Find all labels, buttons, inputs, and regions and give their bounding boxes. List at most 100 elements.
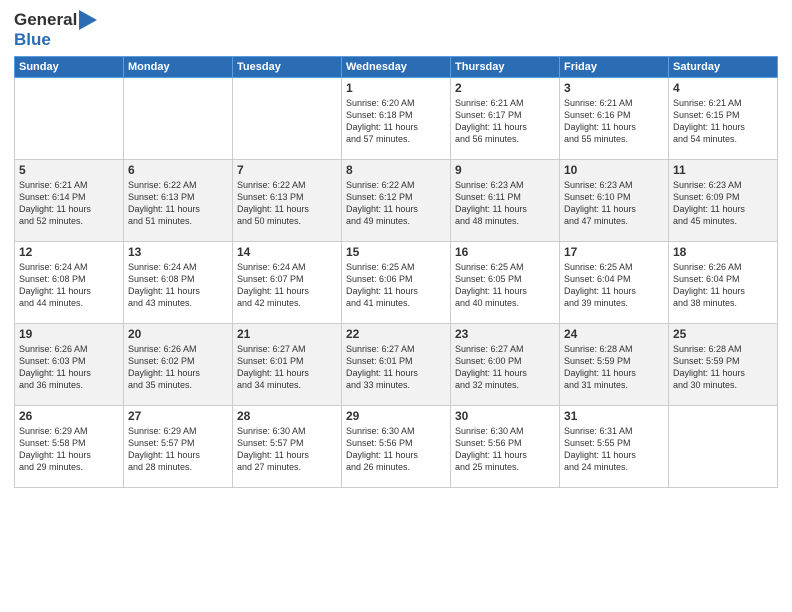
logo: General Blue [14, 10, 97, 50]
calendar-cell: 19 Sunrise: 6:26 AM Sunset: 6:03 PM Dayli… [15, 324, 124, 406]
day-number: 23 [455, 327, 555, 341]
calendar-cell [124, 78, 233, 160]
calendar-cell: 4 Sunrise: 6:21 AM Sunset: 6:15 PM Daylig… [669, 78, 778, 160]
day-number: 5 [19, 163, 119, 177]
day-info: Sunrise: 6:20 AM Sunset: 6:18 PM Dayligh… [346, 97, 446, 146]
weekday-header-friday: Friday [560, 57, 669, 78]
calendar-cell: 16Sunrise: 6:25 AM Sunset: 6:05 PM Dayli… [451, 242, 560, 324]
day-number: 11 [673, 163, 773, 177]
calendar-cell: 1 Sunrise: 6:20 AM Sunset: 6:18 PM Daylig… [342, 78, 451, 160]
calendar-cell: 23 Sunrise: 6:27 AM Sunset: 6:00 PM Dayli… [451, 324, 560, 406]
day-info: Sunrise: 6:24 AM Sunset: 6:08 PM Dayligh… [19, 261, 119, 310]
calendar-week-row: 1 Sunrise: 6:20 AM Sunset: 6:18 PM Daylig… [15, 78, 778, 160]
day-number: 9 [455, 163, 555, 177]
day-info: Sunrise: 6:31 AM Sunset: 5:55 PM Dayligh… [564, 425, 664, 474]
calendar-cell: 7Sunrise: 6:22 AM Sunset: 6:13 PM Daylig… [233, 160, 342, 242]
calendar-cell: 21 Sunrise: 6:27 AM Sunset: 6:01 PM Dayli… [233, 324, 342, 406]
weekday-header-monday: Monday [124, 57, 233, 78]
logo-icon [79, 10, 97, 30]
day-info: Sunrise: 6:23 AM Sunset: 6:09 PM Dayligh… [673, 179, 773, 228]
day-info: Sunrise: 6:21 AM Sunset: 6:16 PM Dayligh… [564, 97, 664, 146]
day-info: Sunrise: 6:28 AM Sunset: 5:59 PM Dayligh… [673, 343, 773, 392]
weekday-header-row: SundayMondayTuesdayWednesdayThursdayFrid… [15, 57, 778, 78]
calendar-cell: 31 Sunrise: 6:31 AM Sunset: 5:55 PM Dayli… [560, 406, 669, 488]
calendar-cell: 2Sunrise: 6:21 AM Sunset: 6:17 PM Daylig… [451, 78, 560, 160]
day-info: Sunrise: 6:27 AM Sunset: 6:01 PM Dayligh… [346, 343, 446, 392]
calendar-week-row: 5 Sunrise: 6:21 AM Sunset: 6:14 PM Daylig… [15, 160, 778, 242]
day-info: Sunrise: 6:23 AM Sunset: 6:11 PM Dayligh… [455, 179, 555, 228]
weekday-header-wednesday: Wednesday [342, 57, 451, 78]
calendar-cell: 6Sunrise: 6:22 AM Sunset: 6:13 PM Daylig… [124, 160, 233, 242]
day-info: Sunrise: 6:29 AM Sunset: 5:58 PM Dayligh… [19, 425, 119, 474]
calendar-cell: 22 Sunrise: 6:27 AM Sunset: 6:01 PM Dayli… [342, 324, 451, 406]
weekday-header-sunday: Sunday [15, 57, 124, 78]
calendar-cell: 20Sunrise: 6:26 AM Sunset: 6:02 PM Dayli… [124, 324, 233, 406]
calendar-cell: 11 Sunrise: 6:23 AM Sunset: 6:09 PM Dayli… [669, 160, 778, 242]
calendar-cell: 5 Sunrise: 6:21 AM Sunset: 6:14 PM Daylig… [15, 160, 124, 242]
weekday-header-tuesday: Tuesday [233, 57, 342, 78]
day-info: Sunrise: 6:30 AM Sunset: 5:56 PM Dayligh… [455, 425, 555, 474]
calendar-cell: 26 Sunrise: 6:29 AM Sunset: 5:58 PM Dayli… [15, 406, 124, 488]
day-number: 16 [455, 245, 555, 259]
day-number: 10 [564, 163, 664, 177]
day-number: 14 [237, 245, 337, 259]
calendar-cell: 17 Sunrise: 6:25 AM Sunset: 6:04 PM Dayli… [560, 242, 669, 324]
day-info: Sunrise: 6:21 AM Sunset: 6:14 PM Dayligh… [19, 179, 119, 228]
calendar-week-row: 12 Sunrise: 6:24 AM Sunset: 6:08 PM Dayli… [15, 242, 778, 324]
calendar-cell: 14 Sunrise: 6:24 AM Sunset: 6:07 PM Dayli… [233, 242, 342, 324]
calendar-cell: 18 Sunrise: 6:26 AM Sunset: 6:04 PM Dayli… [669, 242, 778, 324]
calendar-cell: 24Sunrise: 6:28 AM Sunset: 5:59 PM Dayli… [560, 324, 669, 406]
calendar-cell: 9 Sunrise: 6:23 AM Sunset: 6:11 PM Daylig… [451, 160, 560, 242]
day-info: Sunrise: 6:26 AM Sunset: 6:02 PM Dayligh… [128, 343, 228, 392]
day-info: Sunrise: 6:23 AM Sunset: 6:10 PM Dayligh… [564, 179, 664, 228]
calendar-cell: 8 Sunrise: 6:22 AM Sunset: 6:12 PM Daylig… [342, 160, 451, 242]
calendar-cell: 10 Sunrise: 6:23 AM Sunset: 6:10 PM Dayli… [560, 160, 669, 242]
day-info: Sunrise: 6:26 AM Sunset: 6:03 PM Dayligh… [19, 343, 119, 392]
calendar-cell [15, 78, 124, 160]
day-info: Sunrise: 6:27 AM Sunset: 6:01 PM Dayligh… [237, 343, 337, 392]
page-header: General Blue [14, 10, 778, 50]
calendar-cell: 3 Sunrise: 6:21 AM Sunset: 6:16 PM Daylig… [560, 78, 669, 160]
page-container: General Blue SundayMondayTuesdayWednesda… [0, 0, 792, 612]
day-number: 31 [564, 409, 664, 423]
day-number: 3 [564, 81, 664, 95]
day-number: 1 [346, 81, 446, 95]
calendar-cell: 28Sunrise: 6:30 AM Sunset: 5:57 PM Dayli… [233, 406, 342, 488]
day-info: Sunrise: 6:24 AM Sunset: 6:07 PM Dayligh… [237, 261, 337, 310]
day-info: Sunrise: 6:30 AM Sunset: 5:56 PM Dayligh… [346, 425, 446, 474]
day-number: 17 [564, 245, 664, 259]
day-info: Sunrise: 6:28 AM Sunset: 5:59 PM Dayligh… [564, 343, 664, 392]
calendar-cell: 13Sunrise: 6:24 AM Sunset: 6:08 PM Dayli… [124, 242, 233, 324]
calendar-cell [669, 406, 778, 488]
day-number: 21 [237, 327, 337, 341]
calendar-cell: 15Sunrise: 6:25 AM Sunset: 6:06 PM Dayli… [342, 242, 451, 324]
calendar-cell: 12 Sunrise: 6:24 AM Sunset: 6:08 PM Dayli… [15, 242, 124, 324]
weekday-header-saturday: Saturday [669, 57, 778, 78]
calendar-cell: 25Sunrise: 6:28 AM Sunset: 5:59 PM Dayli… [669, 324, 778, 406]
logo-blue-text: Blue [14, 30, 51, 49]
day-info: Sunrise: 6:25 AM Sunset: 6:04 PM Dayligh… [564, 261, 664, 310]
day-info: Sunrise: 6:22 AM Sunset: 6:12 PM Dayligh… [346, 179, 446, 228]
day-number: 29 [346, 409, 446, 423]
day-number: 26 [19, 409, 119, 423]
day-info: Sunrise: 6:29 AM Sunset: 5:57 PM Dayligh… [128, 425, 228, 474]
day-info: Sunrise: 6:22 AM Sunset: 6:13 PM Dayligh… [128, 179, 228, 228]
day-info: Sunrise: 6:27 AM Sunset: 6:00 PM Dayligh… [455, 343, 555, 392]
day-number: 18 [673, 245, 773, 259]
calendar-week-row: 19 Sunrise: 6:26 AM Sunset: 6:03 PM Dayli… [15, 324, 778, 406]
day-number: 19 [19, 327, 119, 341]
day-number: 7 [237, 163, 337, 177]
day-number: 8 [346, 163, 446, 177]
calendar-cell: 27 Sunrise: 6:29 AM Sunset: 5:57 PM Dayli… [124, 406, 233, 488]
weekday-header-thursday: Thursday [451, 57, 560, 78]
day-info: Sunrise: 6:30 AM Sunset: 5:57 PM Dayligh… [237, 425, 337, 474]
day-number: 12 [19, 245, 119, 259]
logo-general-text: General [14, 10, 77, 30]
day-number: 27 [128, 409, 228, 423]
day-info: Sunrise: 6:21 AM Sunset: 6:15 PM Dayligh… [673, 97, 773, 146]
day-number: 4 [673, 81, 773, 95]
day-number: 22 [346, 327, 446, 341]
day-info: Sunrise: 6:26 AM Sunset: 6:04 PM Dayligh… [673, 261, 773, 310]
day-info: Sunrise: 6:25 AM Sunset: 6:06 PM Dayligh… [346, 261, 446, 310]
day-number: 30 [455, 409, 555, 423]
